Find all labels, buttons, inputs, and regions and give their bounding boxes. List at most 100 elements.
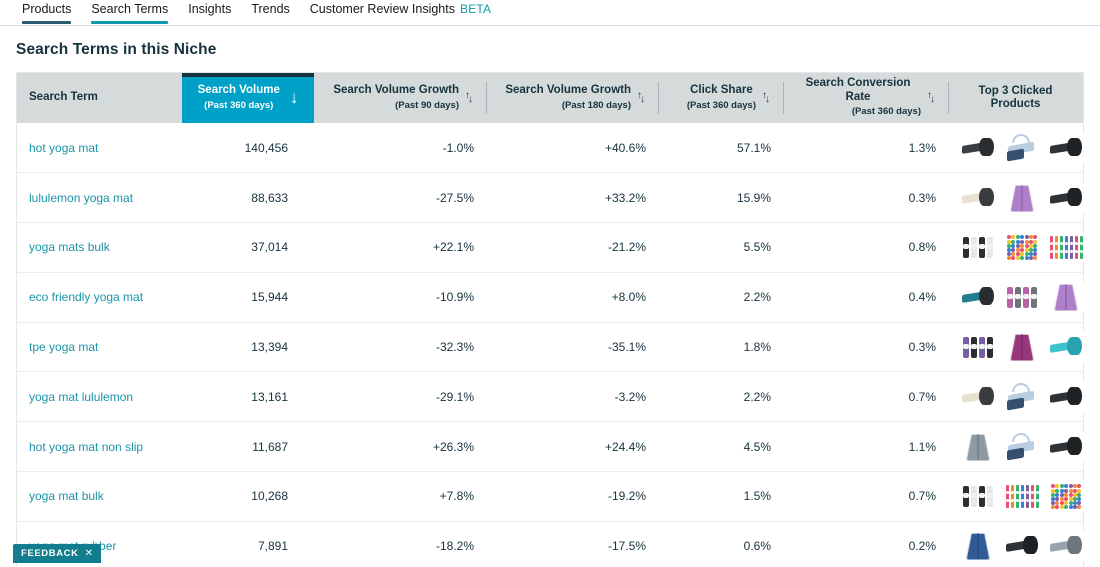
search-term-link[interactable]: yoga mats bulk xyxy=(17,223,182,273)
product-thumbnail[interactable] xyxy=(960,281,996,314)
top-3-clicked-products-cell xyxy=(948,422,1084,472)
product-thumbnail[interactable] xyxy=(1004,530,1040,563)
product-thumbnail[interactable] xyxy=(1048,380,1084,413)
click-share-value: 2.2% xyxy=(743,389,771,404)
tab-products[interactable]: Products xyxy=(16,0,81,24)
product-thumbnail[interactable] xyxy=(1048,131,1084,164)
tab-customer-review-insights[interactable]: Customer Review Insights BETA xyxy=(300,0,501,24)
search-term-link[interactable]: yoga mat bulk xyxy=(17,472,182,522)
thumbnail-shape xyxy=(1067,536,1082,555)
search-term-link[interactable]: yoga mat lululemon xyxy=(17,372,182,422)
product-thumbnail[interactable] xyxy=(1048,331,1084,364)
sort-down-icon: ↓ xyxy=(468,94,473,105)
product-thumbnail[interactable] xyxy=(1004,231,1040,264)
search-term-link[interactable]: tpe yoga mat xyxy=(17,322,182,372)
product-thumbnail[interactable] xyxy=(1004,131,1040,164)
click-share-value: 1.8% xyxy=(743,340,771,355)
click-share-value: 0.6% xyxy=(743,539,771,554)
column-header-search-conversion-rate[interactable]: Search Conversion Rate (Past 360 days) ↑… xyxy=(783,73,948,123)
product-thumbnail[interactable] xyxy=(960,380,996,413)
thumbnail-shape xyxy=(1020,235,1025,240)
thumbnail-group xyxy=(960,281,1084,314)
thumbnail-shape xyxy=(1077,484,1082,489)
column-header-search-volume-growth-180[interactable]: Search Volume Growth (Past 180 days) ↑ ↓ xyxy=(486,73,658,123)
column-header-search-term[interactable]: Search Term xyxy=(17,73,182,123)
growth-90-value: -10.9% xyxy=(435,290,474,305)
sort-toggle-icon[interactable]: ↑ ↓ xyxy=(762,91,771,105)
product-thumbnail[interactable] xyxy=(1004,430,1040,463)
table-row[interactable]: yoga mat lululemon 13,161 -29.1% -3.2% 2.2% 0… xyxy=(17,372,1084,422)
product-thumbnail[interactable] xyxy=(960,530,996,563)
thumbnail-shape xyxy=(1007,148,1024,162)
product-thumbnail[interactable] xyxy=(960,331,996,364)
close-icon[interactable]: ✕ xyxy=(85,548,94,559)
sort-toggle-icon[interactable]: ↑ ↓ xyxy=(637,91,646,105)
table-row[interactable]: eco friendly yoga mat 15,944 -10.9% +8.0% 2.… xyxy=(17,272,1084,323)
tab-search-terms[interactable]: Search Terms xyxy=(81,0,178,24)
growth-180-value: +40.6% xyxy=(604,140,646,155)
table-row[interactable]: yoga mats bulk 37,014 +22.1% -21.2% 5.5% 0.8% xyxy=(17,223,1084,273)
table-row[interactable]: lululemon yoga mat 88,633 -27.5% +33.2% 15.9… xyxy=(17,173,1084,223)
thumbnail-shape xyxy=(963,344,969,350)
column-header-click-share[interactable]: Click Share (Past 360 days) ↑ ↓ xyxy=(658,73,783,123)
click-share-value: 5.5% xyxy=(743,240,771,255)
table-row[interactable]: tpe yoga mat 13,394 -32.3% -35.1% 1.8% 0.3% xyxy=(17,322,1084,372)
top-3-clicked-products-cell xyxy=(948,521,1084,567)
product-thumbnail[interactable] xyxy=(960,231,996,264)
growth-180-value: +8.0% xyxy=(611,290,646,305)
product-thumbnail[interactable] xyxy=(960,480,996,513)
product-thumbnail[interactable] xyxy=(960,430,996,463)
search-term-link[interactable]: hot yoga mat xyxy=(17,123,182,173)
thumbnail-shape xyxy=(1015,235,1020,240)
conversion-rate-value: 1.1% xyxy=(908,439,936,454)
search-term-link[interactable]: hot yoga mat non slip xyxy=(17,422,182,472)
conversion-rate-value: 0.8% xyxy=(908,240,936,255)
thumbnail-shape xyxy=(1050,236,1053,260)
thumbnail-shape xyxy=(1067,337,1082,356)
product-thumbnail[interactable] xyxy=(960,181,996,214)
thumbnail-shape xyxy=(1007,235,1011,240)
feedback-badge[interactable]: FEEDBACK ✕ xyxy=(13,544,101,563)
product-thumbnail[interactable] xyxy=(960,131,996,164)
product-thumbnail[interactable] xyxy=(1004,480,1040,513)
search-term-link[interactable]: lululemon yoga mat xyxy=(17,173,182,223)
thumbnail-shape xyxy=(1033,235,1038,240)
product-thumbnail[interactable] xyxy=(1048,281,1084,314)
column-header-search-volume-growth-90-label: Search Volume Growth xyxy=(333,84,459,96)
product-thumbnail[interactable] xyxy=(1004,380,1040,413)
product-thumbnail[interactable] xyxy=(1048,530,1084,563)
column-header-search-volume-360[interactable]: Search Volume (Past 360 days) ↓ xyxy=(182,73,314,123)
search-volume-value: 10,268 xyxy=(251,489,288,504)
sort-toggle-icon[interactable]: ↑ ↓ xyxy=(465,91,474,105)
product-thumbnail[interactable] xyxy=(1048,480,1084,513)
thumbnail-shape xyxy=(1064,484,1069,489)
search-volume-value: 13,394 xyxy=(251,340,288,355)
conversion-rate-value: 0.3% xyxy=(908,190,936,205)
product-thumbnail[interactable] xyxy=(1004,181,1040,214)
thumbnail-shape xyxy=(1051,484,1055,489)
column-header-top-3-clicked-products-label: Top 3 Clicked Products xyxy=(978,84,1053,111)
tab-insights[interactable]: Insights xyxy=(178,0,241,24)
tab-trends[interactable]: Trends xyxy=(241,0,299,24)
column-header-search-volume-growth-90[interactable]: Search Volume Growth (Past 90 days) ↑ ↓ xyxy=(314,73,486,123)
product-thumbnail[interactable] xyxy=(1048,430,1084,463)
table-row[interactable]: hot yoga mat 140,456 -1.0% +40.6% 57.1% 1.3% xyxy=(17,123,1084,173)
top-3-clicked-products-cell xyxy=(948,123,1084,173)
sort-descending-icon[interactable]: ↓ xyxy=(290,89,299,106)
search-term-link[interactable]: eco friendly yoga mat xyxy=(17,272,182,322)
sort-toggle-icon[interactable]: ↑ ↓ xyxy=(927,91,936,105)
product-thumbnail[interactable] xyxy=(1004,281,1040,314)
thumbnail-shape xyxy=(1033,256,1038,261)
thumbnail-group xyxy=(960,231,1084,264)
growth-90-value: -32.3% xyxy=(435,340,474,355)
thumbnail-shape xyxy=(1023,294,1029,300)
table-row[interactable]: hot yoga mat non slip 11,687 +26.3% +24.4% 4… xyxy=(17,422,1084,472)
product-thumbnail[interactable] xyxy=(1004,331,1040,364)
product-thumbnail[interactable] xyxy=(1048,231,1084,264)
product-thumbnail[interactable] xyxy=(1048,181,1084,214)
click-share-value: 2.2% xyxy=(743,290,771,305)
tab-insights-label: Insights xyxy=(188,2,232,16)
column-header-click-share-label: Click Share xyxy=(690,84,753,96)
table-row[interactable]: yoga mat rubber7,891-18.2%-17.5%0.6%0.2% xyxy=(17,521,1084,567)
table-row[interactable]: yoga mat bulk 10,268 +7.8% -19.2% 1.5% 0.7% xyxy=(17,472,1084,522)
